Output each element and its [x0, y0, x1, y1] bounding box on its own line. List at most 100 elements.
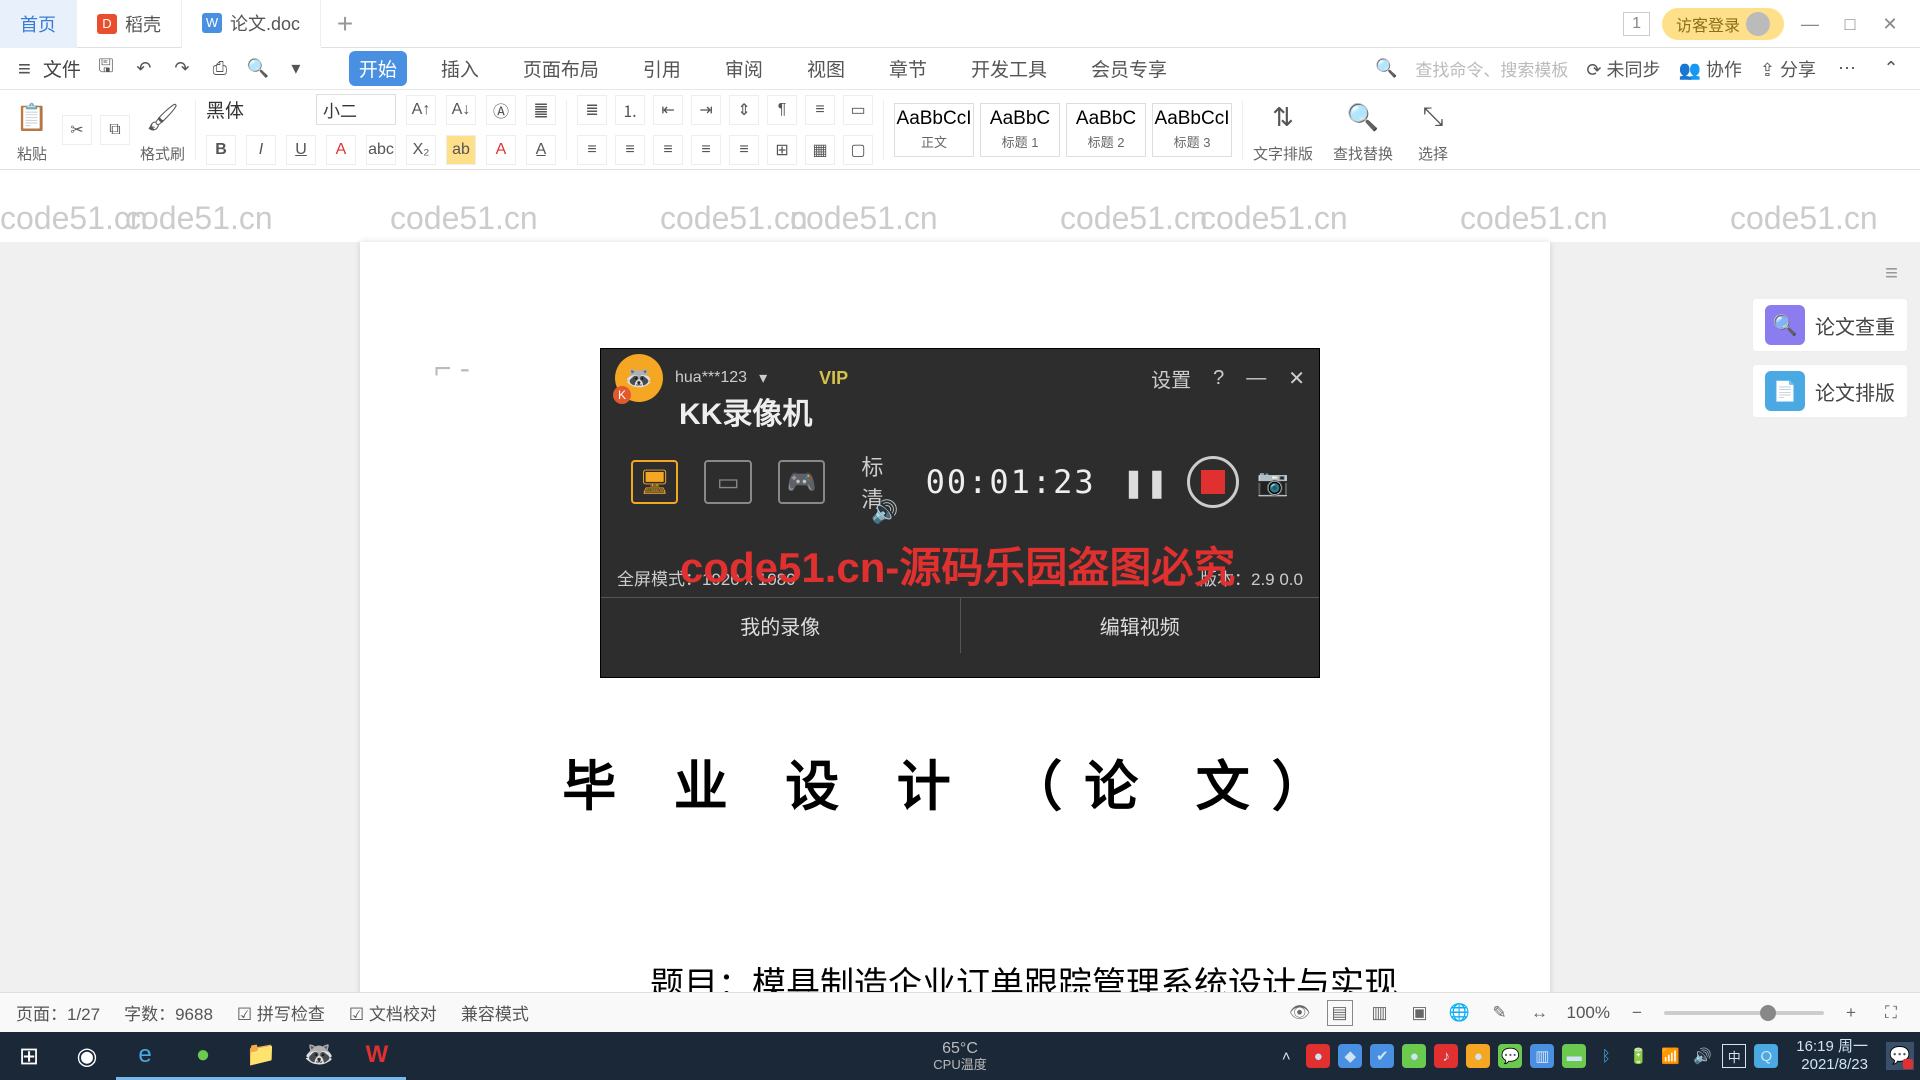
- dropdown-icon[interactable]: ▾: [283, 56, 309, 82]
- kk-mode-game[interactable]: 🎮: [778, 460, 825, 504]
- ribbon-tool-1[interactable]: 🔍查找替换: [1333, 95, 1393, 164]
- doc-proof[interactable]: ☑ 文档校对: [349, 1000, 437, 1025]
- page-border-icon[interactable]: ▢: [843, 135, 873, 165]
- menu-tab-1[interactable]: 插入: [431, 51, 489, 86]
- kk-screenshot-button[interactable]: 📷: [1257, 467, 1289, 498]
- close-button[interactable]: ✕: [1876, 10, 1904, 38]
- kk-help-button[interactable]: ?: [1213, 367, 1224, 390]
- tray-app3[interactable]: ✔: [1370, 1044, 1394, 1068]
- subscript-icon[interactable]: X₂: [406, 135, 436, 165]
- search-hint[interactable]: 查找命令、搜索模板: [1415, 56, 1568, 81]
- tray-ime[interactable]: 中: [1722, 1044, 1746, 1068]
- align-dist-icon[interactable]: ≡: [729, 135, 759, 165]
- line-spacing-icon[interactable]: ≡: [805, 95, 835, 125]
- tray-app8[interactable]: ▥: [1530, 1044, 1554, 1068]
- kk-stop-button[interactable]: [1187, 456, 1239, 508]
- notification-button[interactable]: 💬: [1886, 1042, 1914, 1070]
- ribbon-tool-0[interactable]: ⇅文字排版: [1253, 95, 1313, 164]
- format-brush-icon[interactable]: 🖌: [143, 95, 183, 139]
- word-count[interactable]: 字数：9688: [124, 1000, 213, 1025]
- align-center-icon[interactable]: ≡: [615, 135, 645, 165]
- eye-icon[interactable]: 👁: [1287, 1000, 1313, 1026]
- bold-icon[interactable]: B: [206, 135, 236, 165]
- paste-icon[interactable]: 📋: [12, 95, 52, 139]
- share-button[interactable]: ⇪ 分享: [1760, 56, 1816, 82]
- tab-home[interactable]: 首页: [0, 0, 77, 48]
- style-3[interactable]: AaBbCcI标题 3: [1152, 103, 1232, 157]
- task-ie[interactable]: e: [116, 1032, 174, 1080]
- print-icon[interactable]: ⎙: [207, 56, 233, 82]
- font-color-icon[interactable]: A: [326, 135, 356, 165]
- spell-check[interactable]: ☑ 拼写检查: [237, 1000, 325, 1025]
- menu-tab-3[interactable]: 引用: [633, 51, 691, 86]
- task-kk[interactable]: 🦝: [290, 1032, 348, 1080]
- tab-icon[interactable]: ⊞: [767, 135, 797, 165]
- zoom-out-button[interactable]: −: [1624, 1000, 1650, 1026]
- web-view-icon[interactable]: 🌐: [1447, 1000, 1473, 1026]
- sync-status[interactable]: ⟳ 未同步: [1586, 56, 1660, 82]
- copy-icon[interactable]: ⧉: [100, 115, 130, 145]
- tray-wifi-icon[interactable]: 📶: [1658, 1044, 1682, 1068]
- tray-app6[interactable]: ●: [1466, 1044, 1490, 1068]
- save-icon[interactable]: 🖫: [93, 56, 119, 82]
- font-box-icon[interactable]: A: [486, 135, 516, 165]
- task-explorer[interactable]: 📁: [232, 1032, 290, 1080]
- shrink-font-icon[interactable]: A↓: [446, 95, 476, 125]
- hamburger-icon[interactable]: ≡: [18, 56, 31, 82]
- shading-icon[interactable]: ▦: [805, 135, 835, 165]
- kk-user-dropdown[interactable]: ▾: [759, 368, 767, 388]
- clear-format-icon[interactable]: Ⓐ: [486, 95, 516, 125]
- sort-icon[interactable]: ⇕: [729, 95, 759, 125]
- task-cortana[interactable]: ◉: [58, 1032, 116, 1080]
- task-browser[interactable]: ●: [174, 1032, 232, 1080]
- menu-tab-5[interactable]: 视图: [797, 51, 855, 86]
- menu-tab-2[interactable]: 页面布局: [513, 51, 609, 86]
- kk-mode-fullscreen[interactable]: 🖥: [631, 460, 678, 504]
- kk-settings-button[interactable]: 设置: [1151, 364, 1191, 393]
- collapse-ribbon-icon[interactable]: ⌃: [1878, 56, 1904, 82]
- strike-icon[interactable]: abc: [366, 135, 396, 165]
- tab-document[interactable]: W论文.doc: [182, 0, 321, 48]
- more-icon[interactable]: ⋯: [1834, 56, 1860, 82]
- grow-font-icon[interactable]: A↑: [406, 95, 436, 125]
- preview-icon[interactable]: 🔍: [245, 56, 271, 82]
- kk-my-recordings-button[interactable]: 我的录像: [601, 598, 961, 653]
- menu-tab-7[interactable]: 开发工具: [961, 51, 1057, 86]
- cut-icon[interactable]: ✂: [62, 115, 92, 145]
- plagiarism-check-button[interactable]: 🔍 论文查重: [1752, 298, 1908, 352]
- number-list-icon[interactable]: ⒈: [615, 95, 645, 125]
- tray-app9[interactable]: ▬: [1562, 1044, 1586, 1068]
- align-justify-icon[interactable]: ≡: [691, 135, 721, 165]
- tray-bluetooth-icon[interactable]: ᛒ: [1594, 1044, 1618, 1068]
- menu-tab-8[interactable]: 会员专享: [1081, 51, 1177, 86]
- tray-volume-icon[interactable]: 🔊: [1690, 1044, 1714, 1068]
- read-view-icon[interactable]: ▣: [1407, 1000, 1433, 1026]
- indent-dec-icon[interactable]: ⇤: [653, 95, 683, 125]
- start-button[interactable]: ⊞: [0, 1032, 58, 1080]
- tab-daoke[interactable]: D稻壳: [77, 0, 182, 48]
- align-left-icon[interactable]: ≡: [577, 135, 607, 165]
- zoom-level[interactable]: 100%: [1567, 1003, 1610, 1023]
- tray-app10[interactable]: Q: [1754, 1044, 1778, 1068]
- undo-icon[interactable]: ↶: [131, 56, 157, 82]
- zoom-slider[interactable]: [1664, 1011, 1824, 1015]
- kk-volume-icon[interactable]: 🔊: [871, 499, 898, 525]
- indent-inc-icon[interactable]: ⇥: [691, 95, 721, 125]
- kk-recorder-window[interactable]: 🦝 hua***123 ▾ VIP 设置 ? — ✕ KK录像机 🖥 ▭ 🎮 标…: [600, 348, 1320, 678]
- cpu-temp-widget[interactable]: 65°C CPU温度: [933, 1040, 986, 1072]
- maximize-button[interactable]: □: [1836, 10, 1864, 38]
- pen-icon[interactable]: ✎: [1487, 1000, 1513, 1026]
- font-size-select[interactable]: 小二: [316, 94, 396, 125]
- redo-icon[interactable]: ↷: [169, 56, 195, 82]
- window-count-badge[interactable]: 1: [1623, 12, 1650, 36]
- ribbon-tool-2[interactable]: ⤡选择: [1413, 95, 1453, 164]
- paper-layout-button[interactable]: 📄 论文排版: [1752, 364, 1908, 418]
- fullscreen-icon[interactable]: ⛶: [1878, 1000, 1904, 1026]
- tray-app5[interactable]: ♪: [1434, 1044, 1458, 1068]
- tray-app4[interactable]: ●: [1402, 1044, 1426, 1068]
- fit-width-icon[interactable]: ↔: [1527, 1000, 1553, 1026]
- zoom-in-button[interactable]: +: [1838, 1000, 1864, 1026]
- new-tab-button[interactable]: +: [321, 8, 369, 40]
- kk-mode-region[interactable]: ▭: [704, 460, 751, 504]
- font-name-select[interactable]: 黑体: [206, 96, 306, 123]
